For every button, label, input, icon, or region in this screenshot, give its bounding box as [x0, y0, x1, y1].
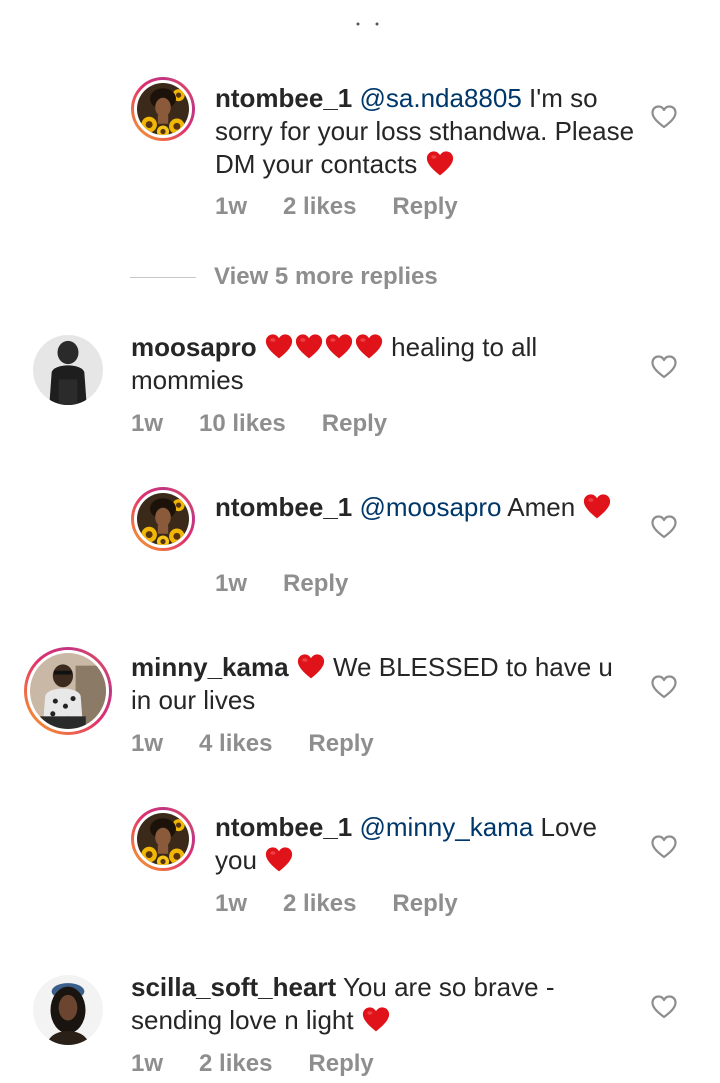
reply-button[interactable]: Reply [308, 730, 373, 757]
comment-text: scilla_soft_heart You are so brave - sen… [131, 971, 611, 1037]
red-heart-icon [295, 333, 323, 361]
red-heart-icon [362, 1006, 390, 1034]
heart-outline-icon[interactable] [651, 835, 677, 859]
timestamp: 1w [131, 410, 164, 437]
username[interactable]: ntombee_1 [215, 812, 352, 842]
likes-count[interactable]: 2 likes [283, 890, 356, 917]
likes-count[interactable]: 2 likes [283, 193, 356, 220]
moosapro-avatar-icon [33, 335, 103, 405]
red-heart-icon [355, 333, 383, 361]
comment-text: minny_kama We BLESSED to have u in our l… [131, 651, 626, 717]
view-more-label[interactable]: View 5 more replies [214, 263, 438, 291]
minny-kama-avatar-icon [30, 653, 106, 729]
comment-text: ntombee_1 @minny_kama Love you [215, 811, 635, 877]
comment-meta: 1w 2 likes Reply [131, 1049, 410, 1079]
comment-text: ntombee_1 @moosapro Amen [215, 491, 635, 524]
mention-link[interactable]: @moosapro [360, 492, 502, 522]
likes-count[interactable]: 10 likes [199, 410, 286, 437]
comment-text: ntombee_1 @sa.nda8805 I'm so sorry for y… [215, 82, 635, 181]
avatar[interactable] [24, 647, 112, 735]
heart-outline-icon[interactable] [651, 105, 677, 129]
red-heart-icon [325, 333, 353, 361]
avatar[interactable] [33, 335, 103, 405]
divider-line [130, 276, 196, 278]
username[interactable]: moosapro [131, 332, 257, 362]
timestamp: 1w [131, 1050, 164, 1077]
comment-meta: 1w 4 likes Reply [131, 729, 410, 759]
reply-button[interactable]: Reply [392, 193, 457, 220]
red-heart-icon [583, 493, 611, 521]
avatar[interactable] [131, 807, 195, 871]
comment-meta: 1w 2 likes Reply [215, 192, 494, 222]
sunflower-avatar-icon [137, 83, 189, 135]
comment-meta: 1w Reply [215, 569, 384, 599]
reply-button[interactable]: Reply [283, 570, 348, 597]
likes-count[interactable]: 4 likes [199, 730, 272, 757]
red-heart-icon [265, 333, 293, 361]
timestamp: 1w [215, 570, 248, 597]
red-heart-icon [297, 653, 325, 681]
scilla-avatar-icon [33, 975, 103, 1045]
red-heart-icon [426, 150, 454, 178]
avatar[interactable] [131, 77, 195, 141]
top-fragment-icon [356, 22, 379, 26]
avatar[interactable] [131, 487, 195, 551]
heart-outline-icon[interactable] [651, 515, 677, 539]
mention-link[interactable]: @sa.nda8805 [360, 83, 522, 113]
view-more-replies[interactable]: View 5 more replies [130, 262, 438, 292]
likes-count[interactable]: 2 likes [199, 1050, 272, 1077]
avatar[interactable] [33, 975, 103, 1045]
reply-button[interactable]: Reply [322, 410, 387, 437]
timestamp: 1w [215, 890, 248, 917]
comment-body: Amen [501, 492, 583, 522]
username[interactable]: ntombee_1 [215, 492, 352, 522]
sunflower-avatar-icon [137, 813, 189, 865]
heart-outline-icon[interactable] [651, 995, 677, 1019]
reply-button[interactable]: Reply [392, 890, 457, 917]
comment-meta: 1w 2 likes Reply [215, 889, 494, 919]
username[interactable]: ntombee_1 [215, 83, 352, 113]
timestamp: 1w [131, 730, 164, 757]
comment-text: moosapro healing to all mommies [131, 331, 601, 397]
username[interactable]: minny_kama [131, 652, 289, 682]
heart-outline-icon[interactable] [651, 355, 677, 379]
timestamp: 1w [215, 193, 248, 220]
sunflower-avatar-icon [137, 493, 189, 545]
username[interactable]: scilla_soft_heart [131, 972, 336, 1002]
reply-button[interactable]: Reply [308, 1050, 373, 1077]
red-heart-icon [265, 846, 293, 874]
mention-link[interactable]: @minny_kama [360, 812, 534, 842]
heart-outline-icon[interactable] [651, 675, 677, 699]
comment-meta: 1w 10 likes Reply [131, 409, 423, 439]
